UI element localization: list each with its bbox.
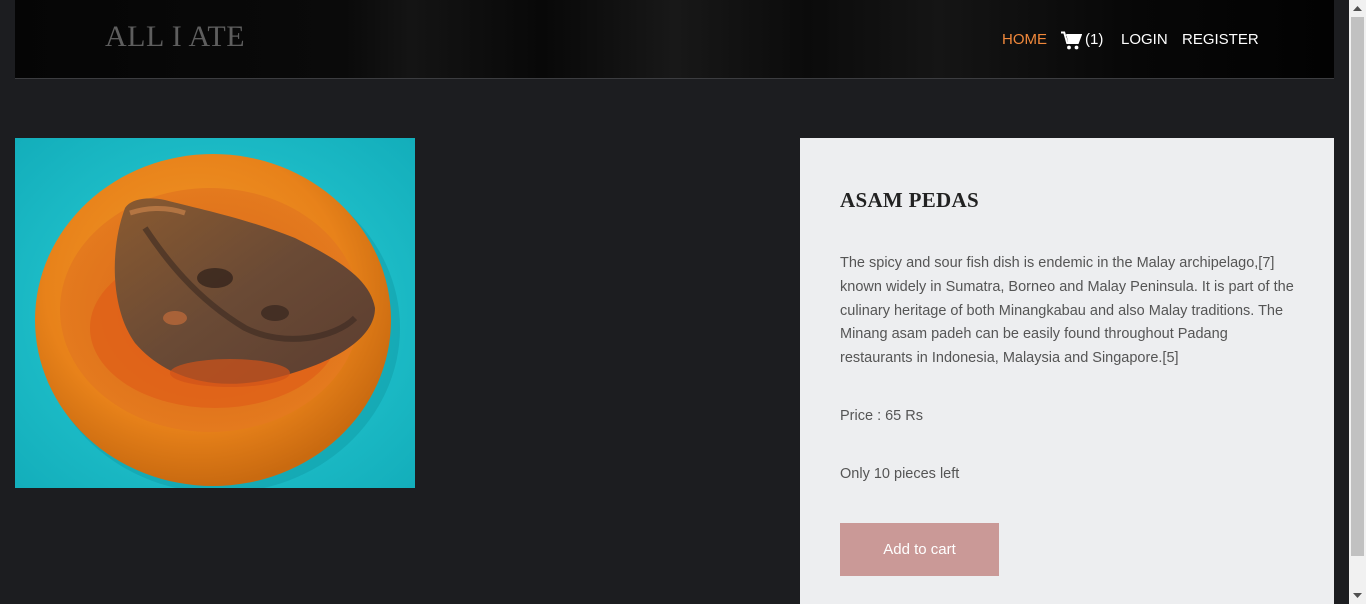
scroll-up-arrow-icon[interactable] [1349,0,1366,17]
scrollbar-thumb[interactable] [1351,17,1364,556]
vertical-scrollbar[interactable] [1349,0,1366,604]
main-nav: HOME (1) LOGIN REGISTER [15,29,1334,51]
product-title: ASAM PEDAS [840,188,979,212]
asam-pedas-photo [15,138,415,488]
scroll-down-arrow-icon[interactable] [1349,587,1366,604]
product-details-panel: ASAM PEDAS The spicy and sour fish dish … [800,138,1334,604]
add-to-cart-button[interactable]: Add to cart [840,523,999,576]
product-description: The spicy and sour fish dish is endemic … [840,255,1294,367]
nav-home-link[interactable]: HOME [1002,29,1047,51]
product-stock: Only 10 pieces left [840,466,960,482]
nav-login-link[interactable]: LOGIN [1121,29,1168,51]
product-price: Price : 65 Rs [840,408,923,424]
cart-count: (1) [1085,31,1104,48]
nav-register-link[interactable]: REGISTER [1182,29,1259,51]
shopping-cart-icon [1061,31,1082,49]
nav-cart-link[interactable]: (1) [1061,29,1103,51]
site-header: ALL I ATE HOME (1) LOGIN REGISTER [15,0,1334,79]
product-image [15,138,415,488]
